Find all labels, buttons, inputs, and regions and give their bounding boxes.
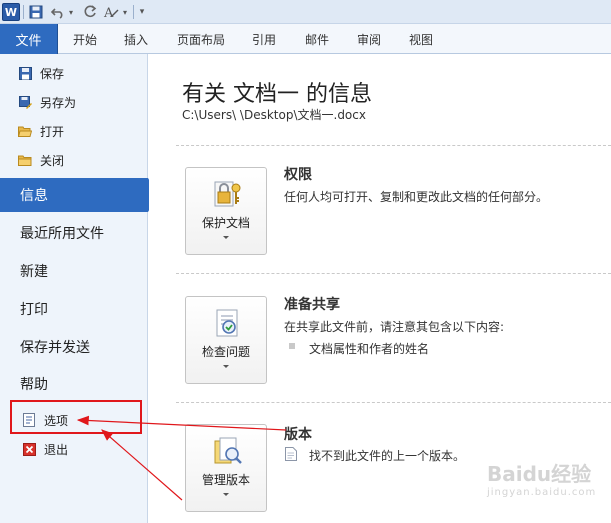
backstage-nav: 保存 另存为 打开 关闭 信息 最近所用文件 新建 打印 保存并发送 帮助 选项… (0, 54, 148, 523)
no-previous-version-text: 找不到此文件的上一个版本。 (309, 449, 466, 463)
save-icon (18, 66, 32, 80)
nav-exit-label: 退出 (44, 442, 69, 457)
protect-document-button[interactable]: 保护文档 (185, 167, 267, 255)
tab-references[interactable]: 引用 (252, 24, 276, 54)
permissions-title: 权限 (284, 167, 312, 183)
open-folder-icon (18, 124, 32, 138)
nav-close-label: 关闭 (40, 153, 65, 168)
nav-save-as-label: 另存为 (40, 95, 77, 110)
customize-toolbar-icon[interactable]: ▾ (137, 3, 147, 21)
toolbar-divider (23, 5, 24, 19)
info-panel: 有关 文档一 的信息 C:\Users\ \Desktop\文档一.docx 保… (149, 54, 611, 523)
format-painter-icon[interactable]: A (103, 3, 119, 21)
lock-key-icon (212, 178, 244, 210)
chevron-down-icon (223, 493, 229, 496)
word-logo-icon[interactable]: W (2, 3, 20, 21)
manage-versions-button[interactable]: 管理版本 (185, 424, 267, 512)
check-issues-label: 检查问题 (201, 345, 250, 359)
nav-close[interactable]: 关闭 (18, 149, 64, 171)
nav-print[interactable]: 打印 (0, 292, 148, 326)
tab-file[interactable]: 文件 (0, 24, 58, 54)
manage-versions-icon (212, 435, 244, 467)
prepare-sharing-title: 准备共享 (284, 297, 340, 313)
manage-versions-label: 管理版本 (201, 473, 250, 487)
nav-save-as[interactable]: 另存为 (18, 91, 76, 113)
annotation-highlight-box (10, 400, 142, 434)
nav-help[interactable]: 帮助 (0, 367, 148, 401)
close-folder-icon (18, 153, 32, 167)
page-title: 有关 文档一 的信息 (182, 82, 372, 107)
save-icon[interactable] (28, 3, 44, 21)
undo-icon[interactable] (50, 3, 66, 21)
ribbon-tab-bar: 文件 开始 插入 页面布局 引用 邮件 审阅 视图 (0, 24, 611, 54)
section-divider (176, 145, 611, 146)
document-properties-item: 文档属性和作者的姓名 (309, 342, 430, 356)
tab-home[interactable]: 开始 (73, 24, 97, 54)
tab-mailings[interactable]: 邮件 (305, 24, 329, 54)
watermark-url-text: jingyan.baidu.com (487, 487, 597, 498)
redo-icon[interactable] (82, 3, 98, 21)
nav-recent[interactable]: 最近所用文件 (0, 216, 148, 250)
section-divider (176, 402, 611, 403)
nav-save[interactable]: 保存 (18, 62, 64, 84)
watermark-main-text: Baidu经验 (487, 462, 592, 486)
permissions-description: 任何人均可打开、复制和更改此文档的任何部分。 (284, 190, 549, 204)
protect-document-label: 保护文档 (201, 216, 250, 230)
file-path: C:\Users\ \Desktop\文档一.docx (182, 108, 366, 122)
tab-view[interactable]: 视图 (409, 24, 433, 54)
versions-title: 版本 (284, 427, 312, 443)
document-icon (285, 447, 297, 461)
nav-open[interactable]: 打开 (18, 120, 64, 142)
save-as-icon (18, 95, 32, 109)
exit-icon (22, 442, 36, 456)
nav-exit[interactable]: 退出 (22, 438, 68, 460)
tab-review[interactable]: 审阅 (357, 24, 381, 54)
toolbar-divider (133, 5, 134, 19)
format-dropdown-icon[interactable]: ▾ (120, 3, 130, 21)
nav-save-send[interactable]: 保存并发送 (0, 330, 148, 364)
inspect-document-icon (212, 307, 244, 339)
nav-save-label: 保存 (40, 66, 65, 81)
quick-access-toolbar: W ▾ A ▾ ▾ (0, 0, 611, 24)
nav-info[interactable]: 信息 (0, 178, 148, 212)
bullet-icon (289, 343, 295, 349)
chevron-down-icon (223, 365, 229, 368)
nav-open-label: 打开 (40, 124, 65, 139)
undo-dropdown-icon[interactable]: ▾ (66, 3, 76, 21)
check-issues-button[interactable]: 检查问题 (185, 296, 267, 384)
tab-page-layout[interactable]: 页面布局 (177, 24, 225, 54)
tab-insert[interactable]: 插入 (124, 24, 148, 54)
nav-new[interactable]: 新建 (0, 254, 148, 288)
chevron-down-icon (223, 236, 229, 239)
prepare-sharing-description: 在共享此文件前，请注意其包含以下内容: (284, 320, 505, 334)
svg-text:A: A (103, 6, 114, 20)
section-divider (176, 273, 611, 274)
baidu-watermark: Baidu经验 jingyan.baidu.com (487, 458, 605, 512)
